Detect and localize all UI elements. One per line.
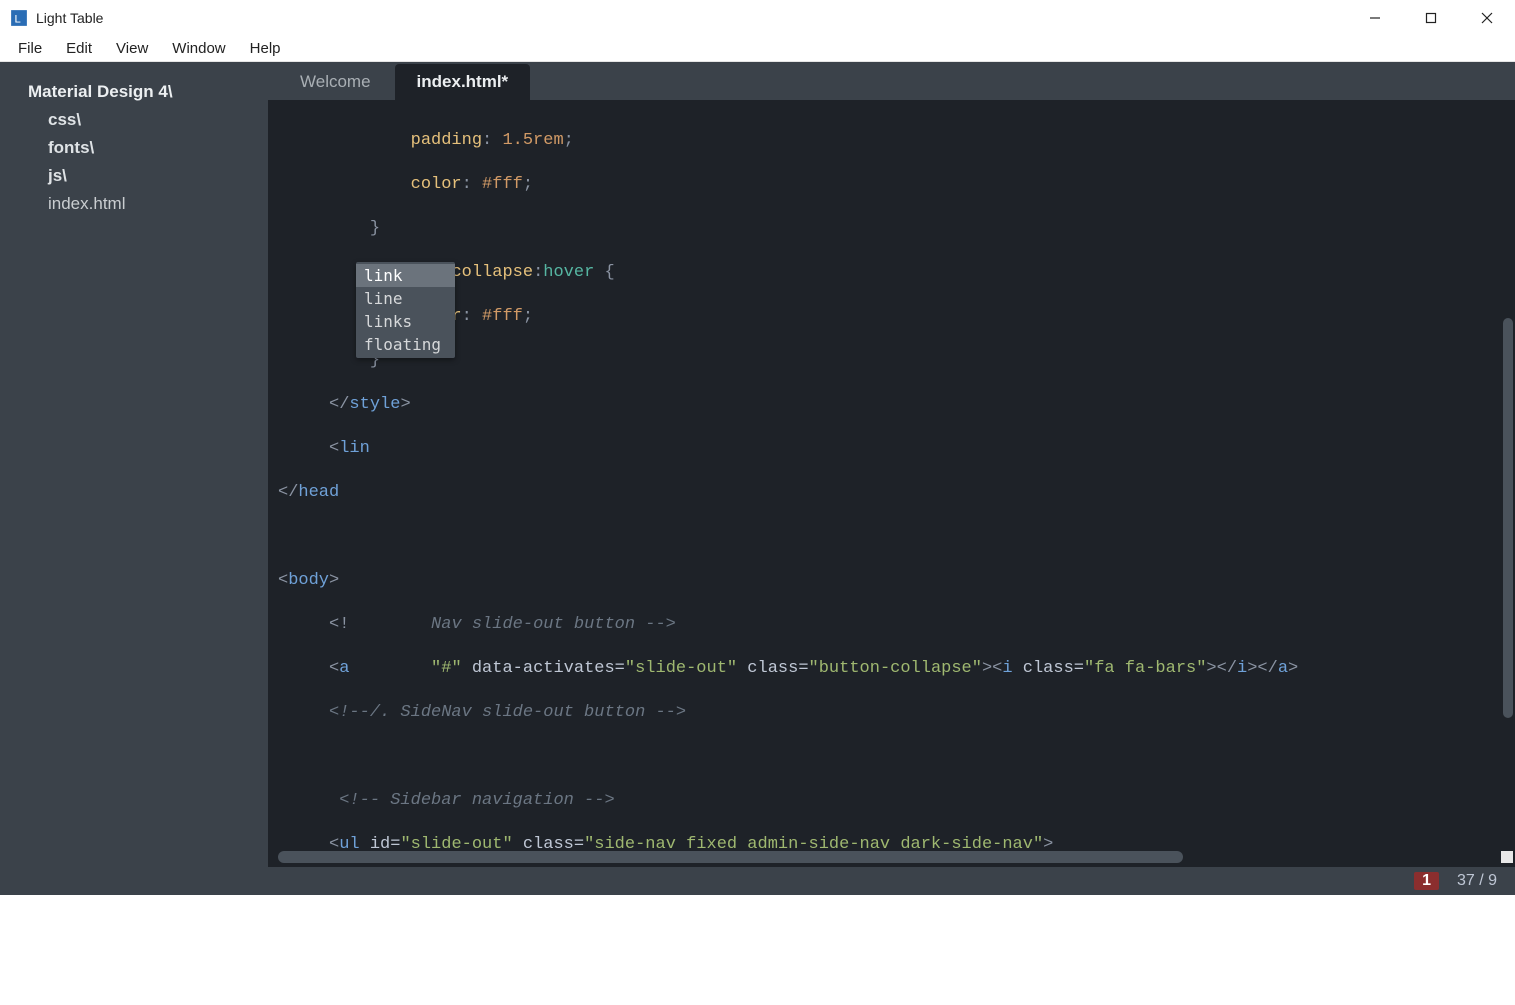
tree-folder-fonts[interactable]: fonts\ (28, 136, 256, 160)
window-titlebar: L Light Table (0, 0, 1515, 36)
autocomplete-popup[interactable]: link line links floating (356, 262, 455, 358)
menubar: File Edit View Window Help (0, 36, 1515, 62)
cursor-position: 37 / 9 (1457, 872, 1497, 890)
window-controls (1347, 0, 1515, 36)
tree-folder-js[interactable]: js\ (28, 164, 256, 188)
svg-text:L: L (15, 14, 21, 26)
scroll-corner (1501, 851, 1513, 863)
error-count-badge[interactable]: 1 (1414, 872, 1439, 890)
tree-folder-css[interactable]: css\ (28, 108, 256, 132)
main-area: Material Design 4\ css\ fonts\ js\ index… (0, 62, 1515, 895)
menu-help[interactable]: Help (238, 38, 293, 59)
horizontal-scrollbar-thumb[interactable] (278, 851, 1183, 863)
tree-file-index[interactable]: index.html (28, 192, 256, 216)
horizontal-scrollbar-track[interactable] (278, 851, 1501, 863)
menu-view[interactable]: View (104, 38, 160, 59)
autocomplete-item[interactable]: line (356, 287, 455, 310)
window-title: Light Table (36, 10, 103, 26)
bottom-strip (0, 895, 1515, 1005)
menu-window[interactable]: Window (160, 38, 237, 59)
file-tree: Material Design 4\ css\ fonts\ js\ index… (0, 62, 268, 895)
maximize-button[interactable] (1403, 0, 1459, 36)
code-editor[interactable]: padding: 1.5rem; color: #fff; } .button-… (268, 100, 1515, 867)
autocomplete-item[interactable]: floating (356, 333, 455, 356)
tab-welcome[interactable]: Welcome (278, 64, 393, 100)
app-icon: L (10, 9, 28, 27)
autocomplete-item[interactable]: links (356, 310, 455, 333)
editor-region: Welcome index.html* padding: 1.5rem; col… (268, 62, 1515, 895)
tab-bar: Welcome index.html* (268, 62, 1515, 100)
menu-edit[interactable]: Edit (54, 38, 104, 59)
project-root[interactable]: Material Design 4\ (28, 82, 256, 102)
menu-file[interactable]: File (6, 38, 54, 59)
vertical-scrollbar[interactable] (1503, 318, 1513, 718)
editor-wrap: padding: 1.5rem; color: #fff; } .button-… (268, 100, 1515, 867)
close-button[interactable] (1459, 0, 1515, 36)
autocomplete-item[interactable]: link (356, 264, 455, 287)
minimize-button[interactable] (1347, 0, 1403, 36)
status-bar: 1 37 / 9 (268, 867, 1515, 895)
tab-index-html[interactable]: index.html* (395, 64, 531, 100)
